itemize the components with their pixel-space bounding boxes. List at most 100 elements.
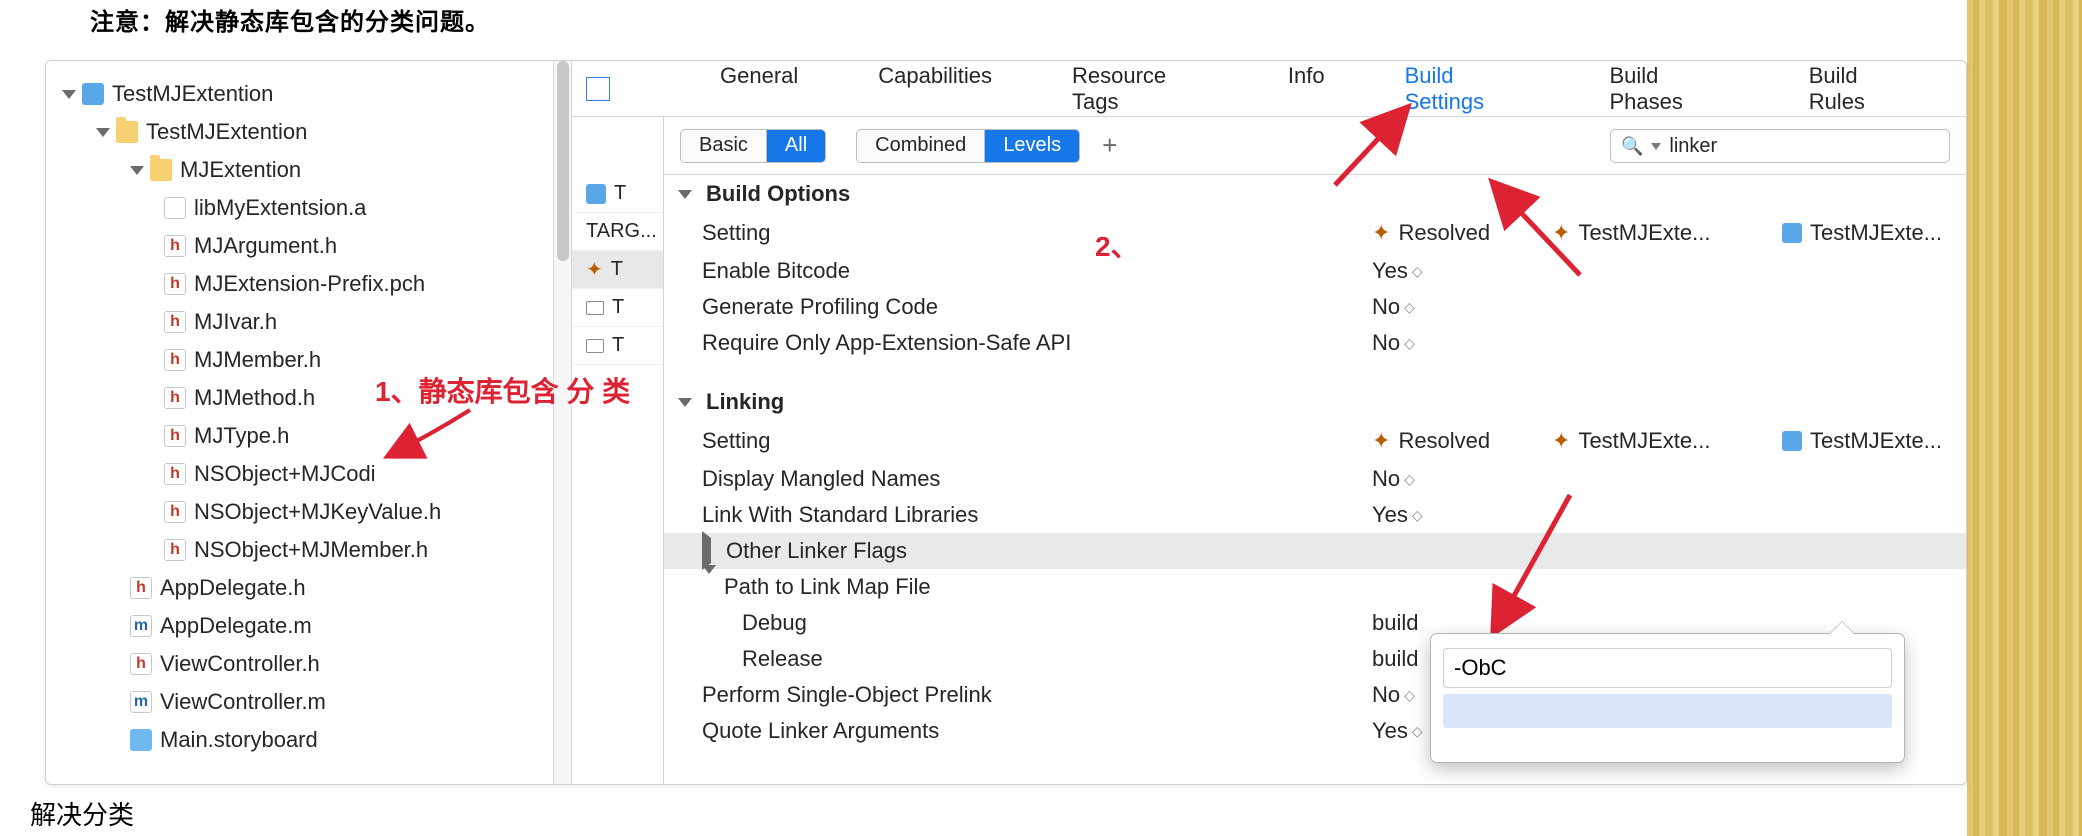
add-build-setting-button[interactable]: + bbox=[1102, 130, 1117, 161]
file-tree-label: MJMember.h bbox=[194, 347, 321, 373]
file-tree-row[interactable]: h AppDelegate.h bbox=[46, 569, 553, 607]
stepper-icon[interactable]: ◇ bbox=[1404, 335, 1412, 352]
view-segmented: Combined Levels bbox=[856, 129, 1080, 163]
drafting-icon: ✦ bbox=[1552, 428, 1570, 454]
folder-icon bbox=[116, 121, 138, 143]
file-tree-row[interactable]: h MJMember.h bbox=[46, 341, 553, 379]
setting-name: Generate Profiling Code bbox=[702, 294, 1372, 320]
scope-all[interactable]: All bbox=[767, 130, 825, 162]
target-item-selected[interactable]: ✦ T bbox=[572, 251, 663, 289]
setting-row[interactable]: Display Mangled NamesNo ◇ bbox=[664, 461, 1966, 497]
disclosure-triangle-icon[interactable] bbox=[678, 190, 692, 199]
linker-flag-input[interactable]: -ObC bbox=[1443, 648, 1892, 688]
view-levels[interactable]: Levels bbox=[985, 130, 1079, 162]
file-tree-label: MJType.h bbox=[194, 423, 289, 449]
disclosure-triangle-icon[interactable] bbox=[130, 166, 144, 175]
target-item[interactable]: T bbox=[572, 327, 663, 365]
tab-resource-tags[interactable]: Resource Tags bbox=[1032, 63, 1248, 115]
m-icon: m bbox=[130, 691, 152, 713]
file-tree-row[interactable]: hMJMethod.h bbox=[46, 379, 553, 417]
col-project: TestMJExte... bbox=[1782, 428, 1966, 454]
file-tree-row[interactable]: mAppDelegate.m bbox=[46, 607, 553, 645]
setting-row[interactable]: Require Only App-Extension-Safe APINo ◇ bbox=[664, 325, 1966, 361]
setting-name: Enable Bitcode bbox=[702, 258, 1372, 284]
h-icon: h bbox=[164, 311, 186, 333]
setting-name: Quote Linker Arguments bbox=[702, 718, 1372, 744]
popup-selection-row[interactable] bbox=[1443, 694, 1892, 728]
file-tree-row[interactable]: hMJArgument.h bbox=[46, 227, 553, 265]
stepper-icon[interactable]: ◇ bbox=[1412, 263, 1420, 280]
h-icon: h bbox=[130, 577, 152, 599]
setting-value[interactable]: No ◇ bbox=[1372, 466, 1552, 492]
a-icon bbox=[164, 197, 186, 219]
disclosure-triangle-icon[interactable] bbox=[678, 398, 692, 407]
file-tree-label: TestMJExtention bbox=[146, 119, 307, 145]
drafting-icon: ✦ bbox=[586, 257, 603, 282]
disclosure-triangle-icon[interactable] bbox=[702, 565, 716, 599]
scope-basic[interactable]: Basic bbox=[681, 130, 767, 162]
navigator-toggle-icon[interactable] bbox=[586, 77, 610, 101]
setting-value[interactable]: Yes ◇ bbox=[1372, 258, 1552, 284]
setting-row[interactable]: Enable BitcodeYes ◇ bbox=[664, 253, 1966, 289]
file-tree-label: MJIvar.h bbox=[194, 309, 277, 335]
settings-section-header[interactable]: Linking bbox=[664, 383, 1966, 421]
drafting-icon: ✦ bbox=[1372, 428, 1390, 454]
tab-general[interactable]: General bbox=[680, 63, 838, 89]
project-item[interactable]: T bbox=[572, 175, 663, 213]
settings-column-header: Setting✦ Resolved✦ TestMJExte... TestMJE… bbox=[664, 213, 1966, 253]
setting-row[interactable]: Link With Standard LibrariesYes ◇ bbox=[664, 497, 1966, 533]
file-tree-row[interactable]: TestMJExtention bbox=[46, 113, 553, 151]
disclosure-triangle-icon[interactable] bbox=[62, 90, 76, 99]
proj-icon bbox=[82, 83, 104, 105]
h-icon: h bbox=[164, 273, 186, 295]
settings-section-header[interactable]: Build Options bbox=[664, 175, 1966, 213]
chevron-down-icon[interactable] bbox=[1651, 143, 1661, 150]
stepper-icon[interactable]: ◇ bbox=[1404, 299, 1412, 316]
target-item[interactable]: T bbox=[572, 289, 663, 327]
file-tree-row[interactable]: TestMJExtention bbox=[46, 75, 553, 113]
file-tree-row[interactable]: hViewController.h bbox=[46, 645, 553, 683]
col-project: TestMJExte... bbox=[1782, 220, 1966, 246]
sidebar-scrollbar[interactable] bbox=[554, 61, 572, 784]
view-combined[interactable]: Combined bbox=[857, 130, 985, 162]
setting-name: Path to Link Map File bbox=[702, 574, 1372, 600]
stepper-icon[interactable]: ◇ bbox=[1404, 471, 1412, 488]
h-icon: h bbox=[164, 349, 186, 371]
setting-name: Release bbox=[702, 646, 1372, 672]
file-tree-label: NSObject+MJKeyValue.h bbox=[194, 499, 441, 525]
setting-row[interactable]: Generate Profiling CodeNo ◇ bbox=[664, 289, 1966, 325]
tab-capabilities[interactable]: Capabilities bbox=[838, 63, 1032, 89]
search-field[interactable]: 🔍 bbox=[1610, 129, 1950, 163]
file-tree-row[interactable]: Main.storyboard bbox=[46, 721, 553, 759]
file-tree-label: AppDelegate.m bbox=[160, 613, 312, 639]
tab-build-rules[interactable]: Build Rules bbox=[1769, 63, 1952, 115]
file-tree-row[interactable]: hMJType.h bbox=[46, 417, 553, 455]
file-tree-row[interactable]: hNSObject+MJCodi bbox=[46, 455, 553, 493]
file-tree-row[interactable]: h MJIvar.h bbox=[46, 303, 553, 341]
setting-name: Debug bbox=[702, 610, 1372, 636]
file-tree-row[interactable]: hMJExtension-Prefix.pch bbox=[46, 265, 553, 303]
file-tree-label: AppDelegate.h bbox=[160, 575, 306, 601]
file-tree-row[interactable]: MJExtention bbox=[46, 151, 553, 189]
setting-value[interactable]: Yes ◇ bbox=[1372, 502, 1552, 528]
disclosure-triangle-icon[interactable] bbox=[96, 128, 110, 137]
file-tree-label: NSObject+MJCodi bbox=[194, 461, 376, 487]
stepper-icon[interactable]: ◇ bbox=[1412, 507, 1420, 524]
scrollbar-thumb[interactable] bbox=[557, 61, 569, 261]
setting-value[interactable]: No ◇ bbox=[1372, 330, 1552, 356]
search-input[interactable] bbox=[1669, 135, 1939, 158]
stepper-icon[interactable]: ◇ bbox=[1404, 687, 1412, 704]
file-tree-row[interactable]: libMyExtentsion.a bbox=[46, 189, 553, 227]
tab-info[interactable]: Info bbox=[1248, 63, 1365, 89]
tab-build-phases[interactable]: Build Phases bbox=[1569, 63, 1768, 115]
setting-row[interactable]: Other Linker Flags bbox=[664, 533, 1966, 569]
setting-name: Link With Standard Libraries bbox=[702, 502, 1372, 528]
file-tree-row[interactable]: hNSObject+MJKeyValue.h bbox=[46, 493, 553, 531]
stepper-icon[interactable]: ◇ bbox=[1412, 723, 1420, 740]
tab-build-settings[interactable]: Build Settings bbox=[1365, 63, 1570, 115]
file-tree-row[interactable]: mViewController.m bbox=[46, 683, 553, 721]
setting-value[interactable]: No ◇ bbox=[1372, 294, 1552, 320]
setting-row[interactable]: Path to Link Map File bbox=[664, 569, 1966, 605]
drafting-icon: ✦ bbox=[1552, 220, 1570, 246]
file-tree-row[interactable]: hNSObject+MJMember.h bbox=[46, 531, 553, 569]
